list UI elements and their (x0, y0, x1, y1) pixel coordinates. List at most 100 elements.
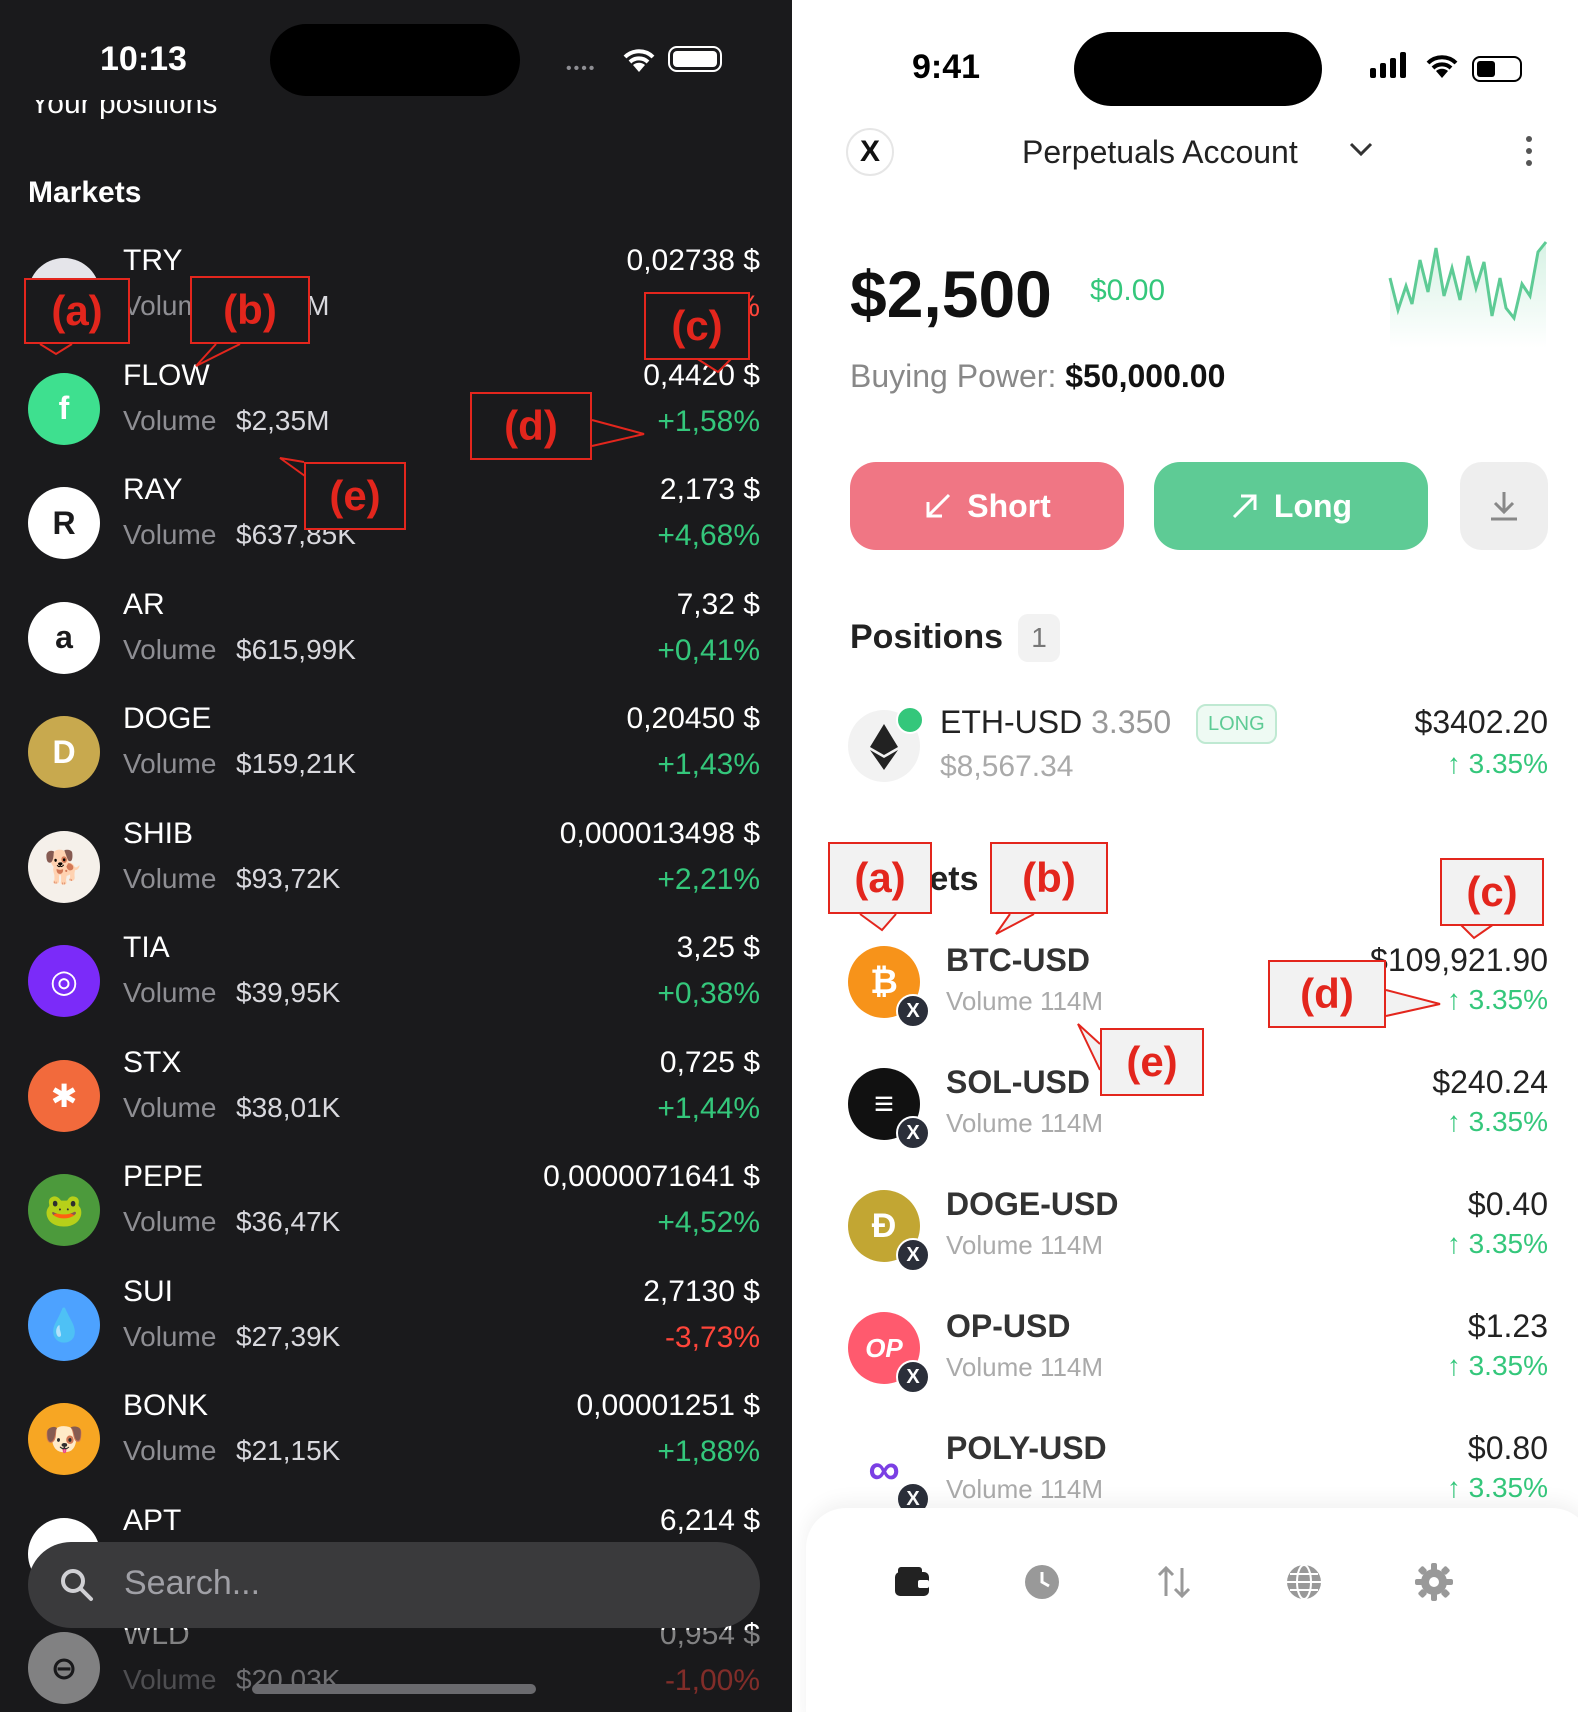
account-selector-label[interactable]: Perpetuals Account (1022, 134, 1298, 171)
volume-label: Volume (123, 519, 217, 550)
sui-token-icon: 💧 (28, 1288, 100, 1361)
market-price: 2,7130 $ (643, 1274, 760, 1308)
callout-d-right: (d) (1268, 960, 1386, 1028)
market-row[interactable]: 🐕 SHIB Volume $93,72K 0,000013498 $ +2,21% (0, 817, 792, 941)
market-row[interactable]: a AR Volume $615,99K 7,32 $ +0,41% (0, 588, 792, 712)
status-time: 10:13 (100, 40, 187, 78)
market-row[interactable]: 💧 SUI Volume $27,39K 2,7130 $ -3,73% (0, 1275, 792, 1399)
market-price: $109,921.90 (1370, 942, 1548, 978)
market-symbol: FLOW (123, 358, 210, 392)
raydium-token-icon: R (28, 487, 100, 559)
more-options-icon[interactable] (1526, 136, 1532, 172)
volume-label: Volume (123, 404, 217, 436)
market-change: +0,38% (657, 977, 760, 1010)
market-pair: OP-USD (946, 1308, 1071, 1344)
market-change: +1,44% (657, 1091, 760, 1125)
balance-change: $0.00 (1090, 274, 1166, 307)
battery-icon (668, 46, 722, 72)
deposit-button[interactable] (1460, 462, 1548, 550)
battery-icon (1472, 56, 1522, 82)
market-price: 0,725 $ (659, 1045, 760, 1079)
volume-label: Volume (123, 1320, 217, 1352)
download-icon (1491, 492, 1517, 521)
home-indicator (252, 1684, 536, 1694)
market-symbol: TIA (123, 931, 170, 964)
exchange-badge-icon: X (896, 1238, 930, 1272)
market-volume: $21,15K (236, 1435, 341, 1466)
market-row[interactable]: 🐶 BONK Volume $21,15K 0,00001251 $ +1,88% (0, 1389, 792, 1513)
shib-token-icon: 🐕 (28, 830, 100, 903)
celestia-token-icon: ◎ (28, 945, 100, 1017)
market-symbol: BONK (123, 1389, 209, 1422)
volume-label: Volume (123, 748, 217, 779)
market-pair: DOGE-USD (946, 1186, 1119, 1222)
bottom-fade (0, 1630, 792, 1712)
volume-label: Volume (123, 1435, 217, 1466)
callout-e-right: (e) (1100, 1028, 1204, 1096)
search-placeholder: Search... (124, 1564, 261, 1602)
short-button[interactable]: Short (850, 462, 1124, 550)
callout-b-right: (b) (990, 842, 1108, 914)
arrow-down-left-icon (926, 493, 951, 518)
market-change: +1,88% (657, 1435, 760, 1468)
exchange-logo[interactable]: X (846, 128, 894, 176)
wifi-icon (1426, 55, 1458, 78)
market-price: 0,000013498 $ (559, 816, 760, 850)
position-size: 3.350 (1091, 704, 1172, 740)
long-label: Long (1273, 487, 1353, 524)
perp-market-row[interactable]: Ð X DOGE-USD Volume 114M $0.40 ↑ 3.35% (792, 1186, 1578, 1290)
market-symbol: APT (123, 1503, 182, 1537)
market-row[interactable]: ◎ TIA Volume $39,95K 3,25 $ +0,38% (0, 931, 792, 1055)
long-button[interactable]: Long (1154, 462, 1428, 550)
history-icon[interactable] (1022, 1562, 1062, 1602)
market-change: +2,21% (657, 862, 760, 896)
market-price: $0.80 (1467, 1430, 1548, 1466)
market-row[interactable]: D DOGE Volume $159,21K 0,20450 $ +1,43% (0, 702, 792, 826)
doge-token-icon: D (28, 716, 100, 788)
status-time: 9:41 (912, 48, 981, 86)
market-symbol: RAY (123, 473, 183, 506)
search-bar[interactable]: Search... (28, 1542, 760, 1628)
market-volume: $36,47K (236, 1206, 341, 1237)
market-pair: BTC-USD (946, 942, 1090, 978)
market-change: +1,43% (657, 748, 760, 781)
market-change: ↑ 3.35% (1446, 984, 1548, 1015)
pepe-token-icon: 🐸 (28, 1174, 100, 1246)
settings-icon[interactable] (1414, 1562, 1454, 1602)
volume-label: Volume (123, 1091, 217, 1123)
comparison-screenshot: 10:13 •••• Your positions Markets TlTRYV… (0, 0, 1578, 1712)
market-volume: $93,72K (236, 862, 341, 894)
exchange-badge-icon: X (896, 1360, 930, 1394)
market-row[interactable]: ✱ STX Volume $38,01K 0,725 $ +1,44% (0, 1046, 792, 1170)
positions-heading: Positions (850, 618, 1004, 656)
globe-icon[interactable] (1284, 1562, 1324, 1602)
position-pair: ETH-USD 3.350 (940, 704, 1171, 741)
perp-market-row[interactable]: OP X OP-USD Volume 114M $1.23 ↑ 3.35% (792, 1308, 1578, 1412)
transfer-icon[interactable] (1154, 1562, 1194, 1602)
market-volume: Volume 114M (946, 986, 1104, 1016)
buying-power-label: Buying Power: (850, 358, 1057, 394)
buying-power: Buying Power: $50,000.00 (850, 358, 1225, 395)
market-volume: $39,95K (236, 977, 341, 1008)
callout-a-right: (a) (828, 842, 932, 914)
market-change: +0,41% (657, 633, 760, 667)
market-volume: Volume 114M (946, 1474, 1104, 1504)
position-pair-label: ETH-USD (940, 704, 1083, 740)
market-row[interactable]: 🐸 PEPE Volume $36,47K 0,0000071641 $ +4,52% (0, 1160, 792, 1284)
callout-d-left: (d) (470, 392, 592, 460)
chevron-down-icon[interactable] (1348, 140, 1374, 158)
short-label: Short (967, 487, 1051, 524)
callout-b-left: (b) (190, 276, 310, 344)
market-volume: Volume 114M (946, 1230, 1104, 1260)
market-pair: POLY-USD (946, 1430, 1107, 1466)
stacks-token-icon: ✱ (28, 1059, 100, 1132)
volume-label: Volume (123, 1206, 217, 1237)
market-symbol: SHIB (123, 816, 194, 850)
callout-c-right: (c) (1440, 858, 1544, 926)
market-volume: $38,01K (236, 1091, 341, 1123)
cellular-dots-icon: •••• (566, 60, 597, 77)
callout-e-left: (e) (304, 462, 406, 530)
market-volume: Volume 114M (946, 1108, 1104, 1138)
wallet-icon[interactable] (892, 1562, 932, 1602)
trend-up-icon (896, 706, 924, 734)
